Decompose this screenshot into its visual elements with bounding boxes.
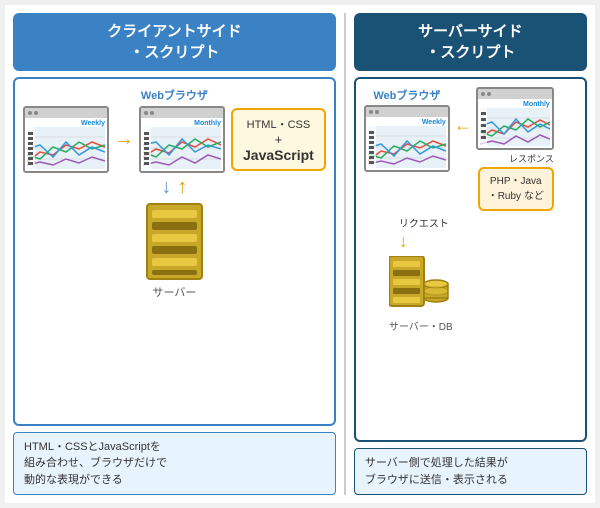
client-browser-label: Webブラウザ: [141, 87, 208, 103]
weekly-label: Weekly: [27, 120, 105, 127]
db-section: サーバー・DB: [364, 256, 577, 333]
browsers-js-row: Weekly: [23, 106, 326, 173]
php-label: PHP・Java ・Ruby など: [488, 176, 544, 202]
divider: [344, 13, 346, 495]
dot: [144, 111, 148, 115]
monthly-browser: Monthly: [139, 106, 225, 173]
server-db-label: サーバー・DB: [389, 318, 453, 333]
server-left-col: Webブラウザ Weekly: [364, 87, 450, 172]
arrow-down-icon: ↓: [161, 176, 171, 199]
dot: [375, 110, 379, 114]
server-panel: サーバーサイド ・スクリプト Webブラウザ: [354, 13, 587, 495]
server-title: サーバーサイド ・スクリプト: [418, 23, 523, 61]
server-weekly-browser: Weekly: [364, 105, 450, 172]
client-content: Webブラウザ Weekly: [13, 77, 336, 426]
monthly-chart: [143, 127, 221, 169]
browser-body-3: Weekly: [366, 117, 448, 170]
server-browser-label: Webブラウザ: [373, 87, 440, 103]
browser-bar-4: [478, 89, 552, 99]
server-weekly-chart: [368, 126, 446, 168]
js-label: JavaScript: [243, 147, 314, 163]
plus-label: +: [243, 132, 314, 147]
php-box: PHP・Java ・Ruby など: [478, 167, 554, 211]
dot: [150, 111, 154, 115]
request-label: リクエスト: [399, 215, 449, 230]
server-icon: [142, 202, 207, 282]
arrow-up-icon: ↑: [177, 176, 187, 199]
server-content: Webブラウザ Weekly: [354, 77, 587, 442]
browser-bar-1: [25, 108, 107, 118]
client-note-text: HTML・CSSとJavaScriptを 組み合わせ、ブラウザだけで 動的な表現…: [24, 441, 167, 486]
weekly-browser: Weekly: [23, 106, 109, 173]
server-note: サーバー側で処理した結果が ブラウザに送信・表示される: [354, 448, 587, 495]
server-monthly-browser: Monthly: [476, 87, 554, 150]
server-monthly-label: Monthly: [480, 101, 550, 108]
server-right-col: Monthly: [476, 87, 554, 211]
browser-body-2: Monthly: [141, 118, 223, 171]
request-section: リクエスト ↓: [364, 215, 577, 252]
weekly-chart: [27, 127, 105, 169]
server-db-icon: [389, 256, 449, 316]
html-css-label: HTML・CSS: [243, 116, 314, 132]
client-panel: クライアントサイド ・スクリプト Webブラウザ: [13, 13, 336, 495]
server-weekly-label: Weekly: [368, 119, 446, 126]
dot: [487, 92, 491, 96]
browser-body-1: Weekly: [25, 118, 107, 171]
dot: [28, 111, 32, 115]
arrow-down-orange-icon: ↓: [399, 231, 408, 252]
client-header: クライアントサイド ・スクリプト: [13, 13, 336, 71]
arrow-right-icon: →: [114, 128, 134, 151]
response-label: レスポンス: [509, 152, 554, 165]
monthly-label: Monthly: [143, 120, 221, 127]
server-note-text: サーバー側で処理した結果が ブラウザに送信・表示される: [365, 457, 508, 486]
request-arrow-col: ←: [454, 115, 472, 136]
js-box: HTML・CSS + JavaScript: [231, 108, 326, 171]
server-section: サーバー: [142, 202, 207, 300]
client-note: HTML・CSSとJavaScriptを 組み合わせ、ブラウザだけで 動的な表現…: [13, 432, 336, 496]
server-monthly-chart: [480, 108, 550, 146]
client-inner: Webブラウザ Weekly: [23, 87, 326, 300]
dot: [481, 92, 485, 96]
dot: [369, 110, 373, 114]
server-label: サーバー: [152, 284, 196, 300]
server-header: サーバーサイド ・スクリプト: [354, 13, 587, 71]
client-title: クライアントサイド ・スクリプト: [107, 23, 241, 61]
browser-bar-3: [366, 107, 448, 117]
dot: [34, 111, 38, 115]
browser-bar-2: [141, 108, 223, 118]
arrow-left-icon: ←: [454, 115, 472, 136]
server-diagram: Webブラウザ Weekly: [364, 87, 577, 333]
server-top-row: Webブラウザ Weekly: [364, 87, 577, 211]
main-container: クライアントサイド ・スクリプト Webブラウザ: [5, 5, 595, 503]
browser-body-4: Monthly: [478, 99, 552, 148]
arrows-container: ↓ ↑: [161, 176, 187, 199]
